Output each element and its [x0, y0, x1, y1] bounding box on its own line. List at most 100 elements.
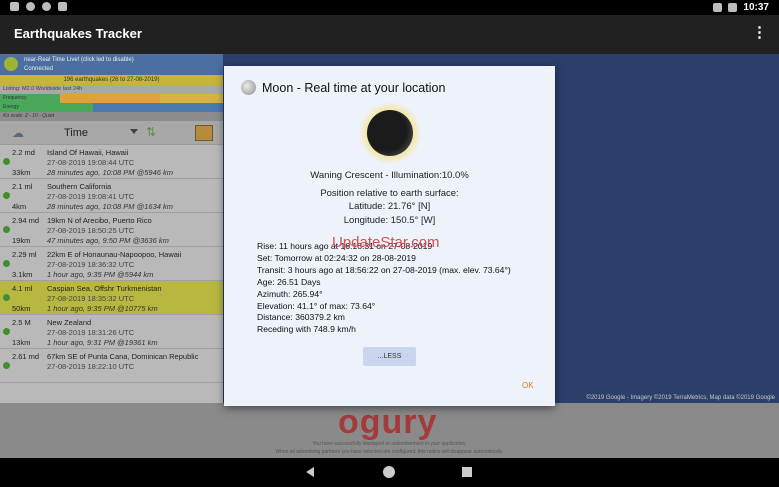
status-bar: 10:37 — [0, 0, 779, 15]
screen: 10:37 Earthquakes Tracker ⋮ near-Real Ti… — [0, 0, 779, 487]
live-led-icon[interactable] — [4, 57, 18, 71]
quake-utc-time: 27-08-2019 18:35:32 UTC — [47, 294, 135, 303]
energy-label: Energy — [0, 103, 30, 112]
energy-bar: Energy — [0, 103, 223, 112]
moon-details: Rise: 11 hours ago at 16:16:31 on 27-08-… — [257, 241, 511, 336]
quake-utc-time: 27-08-2019 18:36:32 UTC — [47, 260, 135, 269]
quake-depth: 4km — [12, 202, 27, 211]
quake-row[interactable]: 2.2 md Island Of Hawaii, Hawaii 27-08-2019… — [0, 145, 223, 179]
quake-magnitude: 2.2 md — [12, 148, 35, 157]
quake-magnitude: 2.1 ml — [12, 182, 33, 191]
sort-bar: ☁ Time ⇅ — [0, 121, 223, 145]
moon-distance: Distance: 360379.2 km — [257, 312, 345, 323]
sort-dropdown[interactable]: Time — [64, 127, 88, 139]
moon-phase-text: Waning Crescent - Illumination:10.0% — [310, 170, 469, 181]
quake-time-ago: 47 minutes ago, 9:50 PM @3636 km — [47, 236, 169, 245]
quake-row[interactable]: 2.61 md 67km SE of Punta Cana, Dominican … — [0, 349, 223, 383]
quake-rows: 2.2 md Island Of Hawaii, Hawaii 27-08-2019… — [0, 145, 223, 383]
overflow-menu-icon[interactable]: ⋮ — [752, 25, 767, 40]
ok-button[interactable]: OK — [522, 381, 534, 390]
app-bar: Earthquakes Tracker ⋮ — [0, 15, 779, 54]
sd-card-icon — [58, 2, 67, 11]
connection-status: Connected — [24, 66, 54, 72]
map-copyright: ©2019 Google - Imagery ©2019 TerraMetric… — [586, 395, 775, 401]
dialog-title: Moon - Real time at your location — [262, 81, 446, 95]
wifi-notification-icon — [26, 2, 35, 11]
status-dot-icon — [3, 328, 10, 335]
energy-bar-segment — [93, 103, 223, 112]
quake-utc-time: 27-08-2019 18:22:10 UTC — [47, 362, 135, 371]
quake-time-ago: 1 hour ago, 9:31 PM @19361 km — [47, 338, 158, 347]
status-dot-icon — [3, 226, 10, 233]
status-dot-icon — [3, 158, 10, 165]
moon-receding: Receding with 748.9 km/h — [257, 324, 356, 335]
quake-utc-time: 27-08-2019 19:08:41 UTC — [47, 192, 135, 201]
back-icon[interactable] — [306, 467, 314, 477]
status-dot-icon — [3, 362, 10, 369]
moon-set: Set: Tomorrow at 02:24:32 on 28-08-2019 — [257, 252, 416, 263]
app-notification-icon — [42, 2, 51, 11]
quake-row[interactable]: 2.94 md 19km N of Arecibo, Puerto Rico 27-… — [0, 213, 223, 247]
sort-order-icon[interactable]: ⇅ — [146, 125, 158, 139]
quake-magnitude: 2.29 ml — [12, 250, 37, 259]
quake-time-ago: 1 hour ago, 9:35 PM @10775 km — [47, 304, 158, 313]
quake-depth: 19km — [12, 236, 31, 245]
battery-icon — [728, 3, 738, 12]
ad-text-line2: When all advertising partners you have s… — [275, 449, 504, 455]
quake-place: Island Of Hawaii, Hawaii — [47, 148, 129, 157]
ad-text-line1: You have successfully displayed an adver… — [312, 441, 467, 447]
quake-row[interactable]: 2.29 ml 22km E of Honaunau-Napoopoo, Hawa… — [0, 247, 223, 281]
moon-dialog: Moon - Real time at your location Waning… — [224, 66, 555, 406]
home-icon[interactable] — [383, 466, 395, 478]
ad-banner[interactable]: ogury You have successfully displayed an… — [0, 403, 779, 458]
quake-magnitude: 2.94 md — [12, 216, 40, 225]
frequency-label: Frequency — [0, 94, 60, 103]
grid-view-icon[interactable] — [195, 125, 213, 141]
weather-cloud-icon[interactable]: ☁ — [12, 126, 24, 140]
app-title: Earthquakes Tracker — [14, 26, 142, 41]
clock: 10:37 — [743, 2, 769, 13]
quake-row[interactable]: 4.1 ml Caspian Sea, Offshr Turkmenistan 27… — [0, 281, 223, 315]
live-status-row[interactable]: near-Real Time Live! (click led to disab… — [0, 54, 223, 75]
quake-magnitude: 2.5 M — [12, 318, 31, 327]
quake-magnitude: 2.61 md — [12, 352, 40, 361]
quake-utc-time: 27-08-2019 18:50:25 UTC — [47, 226, 135, 235]
recents-icon[interactable] — [462, 467, 472, 477]
quake-utc-time: 27-08-2019 19:08:44 UTC — [47, 158, 135, 167]
chevron-down-icon[interactable] — [130, 129, 138, 134]
earthquake-count: 196 earthquakes (26 to 27-08-2019) — [0, 75, 223, 85]
moon-azimuth: Azimuth: 265.94° — [257, 288, 323, 299]
quake-time-ago: 28 minutes ago, 10:08 PM @5946 km — [47, 168, 174, 177]
ko-scale: Ko scale: 2 - 10 - Quiet — [0, 112, 223, 121]
quake-place: 67km SE of Punta Cana, Dominican Republi… — [47, 352, 199, 361]
live-status-text: near-Real Time Live! (click led to disab… — [24, 57, 134, 63]
quake-depth: 33km — [12, 168, 31, 177]
quake-row[interactable]: 2.1 ml Southern California 27-08-2019 19:0… — [0, 179, 223, 213]
frequency-bar-segment — [60, 94, 160, 103]
moon-transit: Transit: 3 hours ago at 18:56:22 on 27-0… — [257, 264, 511, 275]
quake-place: 22km E of Honaunau-Napoopoo, Hawaii — [47, 250, 182, 259]
quake-row[interactable]: 2.5 M New Zealand 27-08-2019 18:31:26 UTC 1… — [0, 315, 223, 349]
moon-phase-image — [367, 110, 413, 156]
energy-bar-segment — [30, 103, 93, 112]
moon-icon — [241, 80, 256, 95]
watermark: UpdateStar.com — [332, 234, 440, 251]
status-dot-icon — [3, 294, 10, 301]
moon-longitude: Longitude: 150.5° [W] — [343, 215, 436, 226]
status-dot-icon — [3, 192, 10, 199]
frequency-bar-segment — [160, 94, 223, 103]
less-button[interactable]: ...LESS — [363, 347, 416, 366]
quake-depth: 3.1km — [12, 270, 33, 279]
ad-logo: ogury — [338, 403, 438, 441]
moon-latitude: Latitude: 21.76° [N] — [348, 201, 431, 212]
signal-icon — [713, 3, 723, 12]
moon-elevation: Elevation: 41.1° of max: 73.64° — [257, 300, 376, 311]
listing-filter[interactable]: Listing: M2.0 Worldwide last 24h — [0, 85, 223, 94]
quake-depth: 13km — [12, 338, 31, 347]
notification-icon — [10, 2, 19, 11]
quake-place: Caspian Sea, Offshr Turkmenistan — [47, 284, 162, 293]
quake-utc-time: 27-08-2019 18:31:26 UTC — [47, 328, 135, 337]
quake-magnitude: 4.1 ml — [12, 284, 33, 293]
quake-place: Southern California — [47, 182, 112, 191]
quake-depth: 50km — [12, 304, 31, 313]
